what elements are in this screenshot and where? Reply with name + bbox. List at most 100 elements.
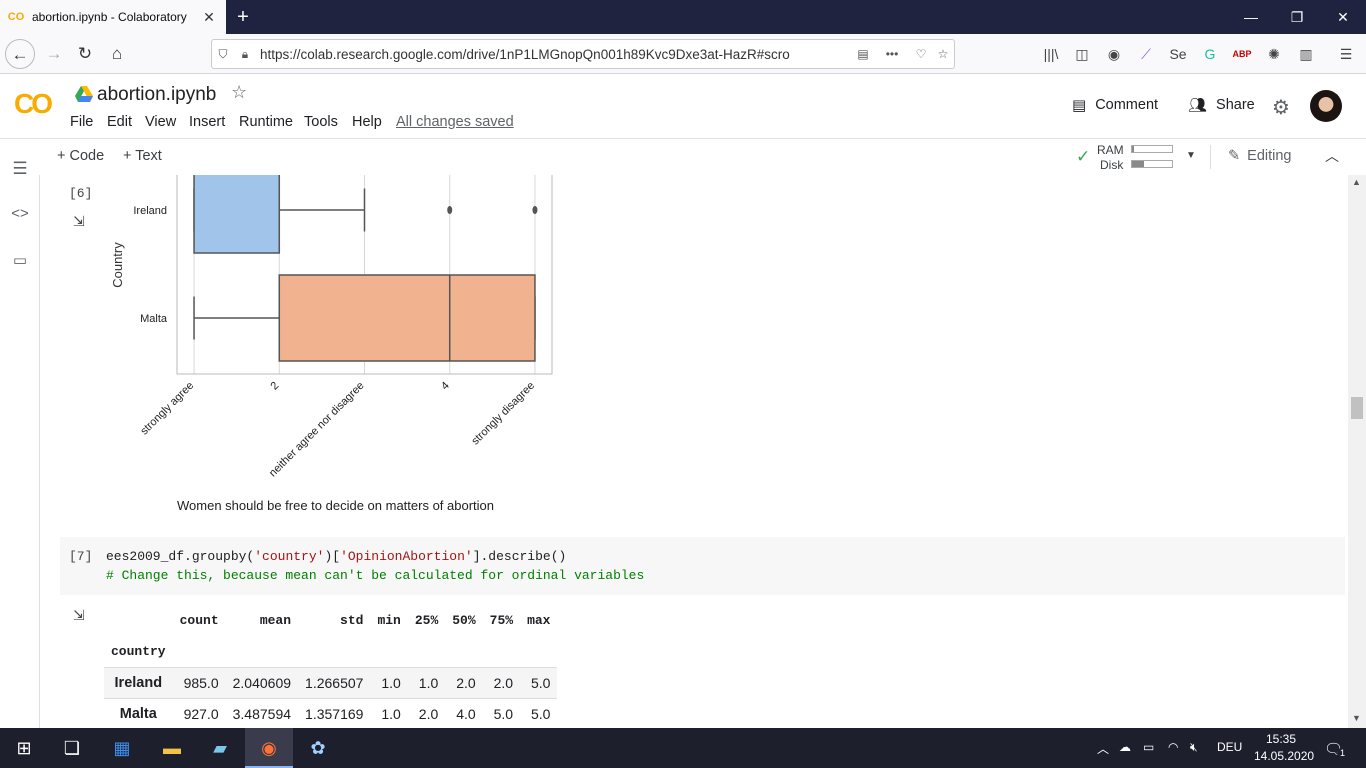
bookmark-star-icon[interactable]: ☆ xyxy=(932,47,954,61)
adblock-icon[interactable]: ABP xyxy=(1231,44,1253,64)
dropdown-arrow-icon[interactable]: ▼ xyxy=(1186,150,1196,161)
column-header: count xyxy=(179,613,219,628)
back-arrow-icon[interactable]: ← xyxy=(5,39,35,69)
extension-bars-icon[interactable]: ▥ xyxy=(1295,44,1317,64)
menu-tools[interactable]: Tools xyxy=(304,114,338,130)
table-of-contents-icon[interactable]: ☰ xyxy=(10,159,30,179)
code-cell-7[interactable]: [7] ees2009_df.groupby('country')['Opini… xyxy=(60,537,1345,595)
url-text[interactable]: https://colab.research.google.com/drive/… xyxy=(256,47,852,62)
empty-cell xyxy=(520,636,557,667)
files-folder-icon[interactable]: ▭ xyxy=(10,251,30,269)
output-arrow-icon[interactable]: ⇲ xyxy=(73,213,85,230)
menu-file[interactable]: File xyxy=(70,114,93,130)
language-indicator[interactable]: DEU xyxy=(1217,740,1242,754)
settings-gear-icon[interactable]: ⚙ xyxy=(1272,95,1290,120)
colab-favicon-icon: CO xyxy=(7,11,25,23)
scrollbar-thumb[interactable] xyxy=(1351,397,1363,419)
code-line-2-comment[interactable]: # Change this, because mean can't be cal… xyxy=(106,568,644,583)
box-iqr xyxy=(278,274,536,362)
task-view-icon[interactable]: ❏ xyxy=(48,728,96,768)
code-string: 'country' xyxy=(254,549,325,564)
left-sidebar-rail: ☰ <> ▭ xyxy=(0,159,40,728)
clock-date[interactable]: 14.05.2020 xyxy=(1254,749,1314,763)
column-header: 25% xyxy=(414,613,439,628)
ram-disk-indicator[interactable]: ✓ RAM Disk ▼ xyxy=(1076,142,1201,172)
add-code-button[interactable]: + Code xyxy=(57,148,104,164)
empty-cell xyxy=(173,636,226,667)
notepad-app-icon[interactable]: ▰ xyxy=(196,728,244,768)
column-header: mean xyxy=(259,613,292,628)
collapse-header-icon[interactable]: ︿ xyxy=(1325,146,1339,166)
onedrive-cloud-icon[interactable]: ☁ xyxy=(1119,740,1131,754)
colab-header: CO abortion.ipynb ☆ File Edit View Inser… xyxy=(0,74,1366,138)
file-explorer-icon[interactable]: ▬ xyxy=(148,728,196,768)
save-status-link[interactable]: All changes saved xyxy=(396,114,514,130)
menu-help[interactable]: Help xyxy=(352,114,382,130)
pencil-icon: ✎ xyxy=(1228,148,1241,164)
star-icon[interactable]: ☆ xyxy=(231,82,247,103)
notification-count[interactable]: 1 xyxy=(1337,748,1349,758)
pocket-icon[interactable]: ♡ xyxy=(910,47,932,61)
hamburger-menu-icon[interactable]: ☰ xyxy=(1335,44,1357,64)
browser-tab[interactable]: CO abortion.ipynb - Colaboratory ✕ xyxy=(0,0,226,34)
library-icon[interactable]: |||\ xyxy=(1040,44,1062,64)
wifi-icon[interactable]: ◠ xyxy=(1168,740,1178,754)
table-cell: 2.040609 xyxy=(232,674,292,691)
notebook-content: [6] ⇲ Ireland Malta strongly agree 2 neithe… xyxy=(40,175,1348,728)
url-bar[interactable]: ⛉ 🔒︎ https://colab.research.google.com/d… xyxy=(211,39,955,69)
lock-icon[interactable]: 🔒︎ xyxy=(234,47,256,62)
home-icon[interactable]: ⌂ xyxy=(102,39,132,69)
index-name: country xyxy=(111,643,166,659)
menu-edit[interactable]: Edit xyxy=(107,114,132,130)
new-tab-button[interactable]: + xyxy=(230,4,256,30)
firefox-icon[interactable]: ◉ xyxy=(245,728,293,768)
add-text-button[interactable]: + Text xyxy=(123,148,162,164)
pen-extension-icon[interactable]: ⟋ xyxy=(1135,44,1157,64)
maximize-button[interactable]: ❐ xyxy=(1274,0,1320,34)
colab-logo[interactable]: CO xyxy=(14,88,53,120)
code-token: ees2009_df.groupby( xyxy=(106,549,255,564)
battery-icon[interactable]: ▭ xyxy=(1143,740,1154,754)
menu-runtime[interactable]: Runtime xyxy=(239,114,293,130)
reload-icon[interactable]: ↻ xyxy=(70,39,100,69)
clock-time[interactable]: 15:35 xyxy=(1266,732,1296,746)
share-button[interactable]: 👥︎ Share xyxy=(1188,96,1255,114)
menu-insert[interactable]: Insert xyxy=(189,114,225,130)
scroll-down-icon[interactable]: ▼ xyxy=(1352,713,1361,723)
comment-label: Comment xyxy=(1095,97,1159,113)
google-drive-icon[interactable] xyxy=(75,86,93,102)
empty-cell xyxy=(370,636,407,667)
notebook-toolbar: + Code + Text ✓ RAM Disk ▼ ✎ Editing ︿ xyxy=(0,138,1366,175)
grammarly-icon[interactable]: G xyxy=(1199,44,1221,64)
sidebar-icon[interactable]: ◫ xyxy=(1071,44,1093,64)
account-icon[interactable]: ◉ xyxy=(1103,44,1125,64)
avatar[interactable] xyxy=(1310,90,1342,122)
close-window-button[interactable]: ✕ xyxy=(1320,0,1366,34)
paint-app-icon[interactable]: ✿ xyxy=(294,728,342,768)
code-snippets-icon[interactable]: <> xyxy=(10,205,30,222)
menu-view[interactable]: View xyxy=(145,114,176,130)
calendar-app-icon[interactable]: ▦ xyxy=(98,728,146,768)
scroll-up-icon[interactable]: ▲ xyxy=(1352,177,1361,187)
code-token: ].describe() xyxy=(472,549,567,564)
vertical-scrollbar[interactable]: ▲ ▼ xyxy=(1348,175,1366,728)
reader-view-icon[interactable]: ▤ xyxy=(852,47,874,61)
forward-arrow-icon[interactable]: → xyxy=(39,39,69,69)
output-arrow-icon[interactable]: ⇲ xyxy=(73,607,85,624)
minimize-button[interactable]: — xyxy=(1228,0,1274,34)
tray-chevron-icon[interactable]: ︿ xyxy=(1097,740,1109,757)
code-line-1[interactable]: ees2009_df.groupby('country')['OpinionAb… xyxy=(106,549,566,564)
editing-mode-button[interactable]: ✎ Editing xyxy=(1228,148,1292,164)
speaker-muted-icon[interactable]: 🔇︎ xyxy=(1190,740,1198,755)
comment-button[interactable]: ▤ Comment xyxy=(1072,96,1158,114)
windows-start-icon[interactable]: ⊞ xyxy=(0,728,48,768)
shield-icon[interactable]: ⛉ xyxy=(212,47,234,62)
tab-close-icon[interactable]: ✕ xyxy=(200,9,218,26)
page-actions-icon[interactable]: ••• xyxy=(874,47,910,61)
x-tick-label: 2 xyxy=(269,380,282,393)
x-tick-label: strongly disagree xyxy=(469,380,537,448)
selenium-extension-icon[interactable]: Se xyxy=(1167,44,1189,64)
extension-gear-icon[interactable]: ✺ xyxy=(1263,44,1285,64)
editing-label: Editing xyxy=(1247,148,1292,164)
notebook-title[interactable]: abortion.ipynb xyxy=(97,84,216,106)
